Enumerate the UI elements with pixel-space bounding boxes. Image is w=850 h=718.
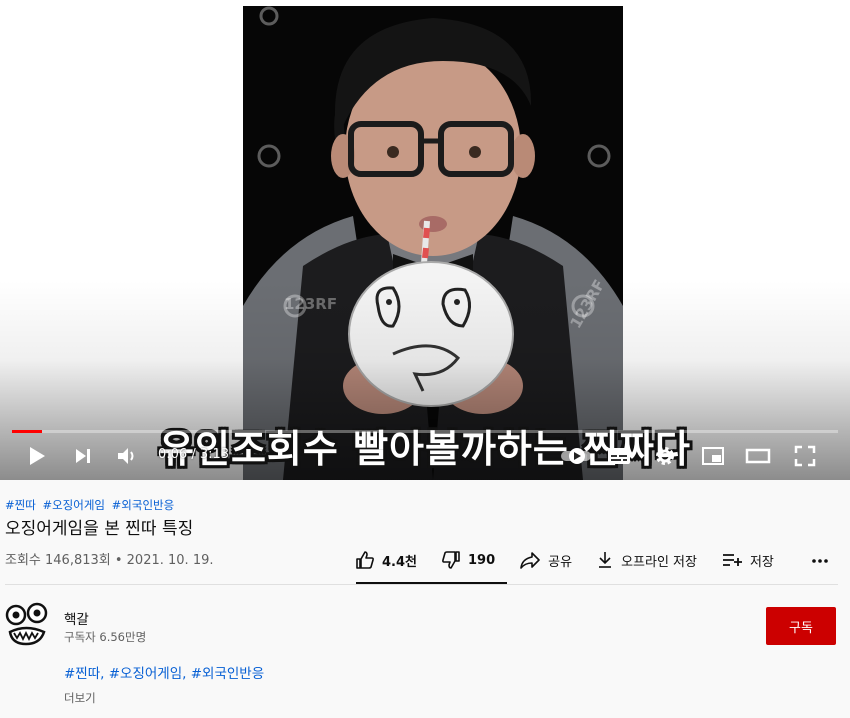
progress-played [12, 430, 42, 433]
autoplay-toggle-icon [561, 448, 591, 464]
offline-save-button[interactable]: 오프라인 저장 [596, 550, 697, 570]
theater-icon [745, 448, 771, 464]
share-button[interactable]: 공유 [519, 551, 572, 570]
thumbs-down-icon [442, 551, 460, 569]
video-thumbnail-image [243, 6, 623, 480]
subtitles-button[interactable] [606, 444, 632, 468]
theater-mode-button[interactable] [745, 444, 771, 468]
share-label: 공유 [548, 554, 573, 570]
more-actions-button[interactable] [810, 551, 830, 575]
subtitles-icon [608, 448, 630, 464]
next-button[interactable] [70, 444, 96, 468]
video-frame[interactable]: 123RF 123RF [243, 6, 623, 480]
divider [5, 584, 838, 585]
action-bar: 4.4천 190 공유 오프라인 저장 저장 [355, 548, 798, 572]
hashtag-link[interactable]: #찐따 [5, 498, 36, 512]
autoplay-toggle[interactable] [560, 444, 594, 468]
volume-icon [118, 448, 134, 464]
fullscreen-button[interactable] [792, 444, 818, 468]
subscriber-count: 구독자 6.56만명 [64, 630, 147, 644]
share-icon [520, 552, 540, 569]
channel-avatar[interactable] [4, 602, 50, 648]
hashtag-list: #찐따 #오징어게임 #외국인반응 [5, 497, 177, 513]
fullscreen-icon [794, 445, 816, 467]
settings-button[interactable] [652, 444, 678, 468]
more-horizontal-icon [812, 559, 828, 563]
video-title: 오징어게임을 본 찐따 특징 [5, 519, 194, 539]
like-count: 4.4천 [382, 554, 417, 570]
channel-name[interactable]: 핵갈 [64, 608, 89, 628]
offline-save-label: 오프라인 저장 [621, 554, 697, 570]
subscribe-button[interactable]: 구독 [766, 607, 836, 645]
dislike-count: 190 [468, 552, 496, 568]
watermark: 123RF [284, 295, 338, 313]
dislike-button[interactable]: 190 [441, 550, 495, 570]
next-icon [76, 449, 90, 463]
description-hashtags[interactable]: #찐따, #오징어게임, #외국인반응 [64, 662, 264, 682]
playlist-add-icon [722, 554, 742, 566]
hashtag-link[interactable]: #외국인반응 [112, 498, 175, 512]
video-player[interactable]: 123RF 123RF 유인조회수 빨아볼까하는 찐짜다 0:06 / 3:13 [0, 0, 850, 480]
play-button[interactable] [24, 444, 50, 468]
download-icon [599, 552, 612, 568]
time-display: 0:06 / 3:13 [158, 447, 230, 462]
like-bar-underline [356, 582, 507, 584]
play-icon [30, 447, 45, 465]
thumbs-up-icon [356, 551, 374, 569]
settings-icon [656, 447, 674, 465]
view-count-date: 조회수 146,813회 • 2021. 10. 19. [5, 553, 214, 568]
like-button[interactable]: 4.4천 [355, 550, 417, 570]
save-label: 저장 [749, 554, 774, 570]
show-more-button[interactable]: 더보기 [64, 690, 96, 706]
miniplayer-icon [702, 447, 724, 465]
progress-bar[interactable] [12, 430, 838, 433]
avatar-face-icon [5, 602, 48, 646]
hashtag-link[interactable]: #오징어게임 [42, 498, 105, 512]
save-button[interactable]: 저장 [721, 551, 774, 570]
volume-button[interactable] [114, 444, 140, 468]
miniplayer-button[interactable] [700, 444, 726, 468]
